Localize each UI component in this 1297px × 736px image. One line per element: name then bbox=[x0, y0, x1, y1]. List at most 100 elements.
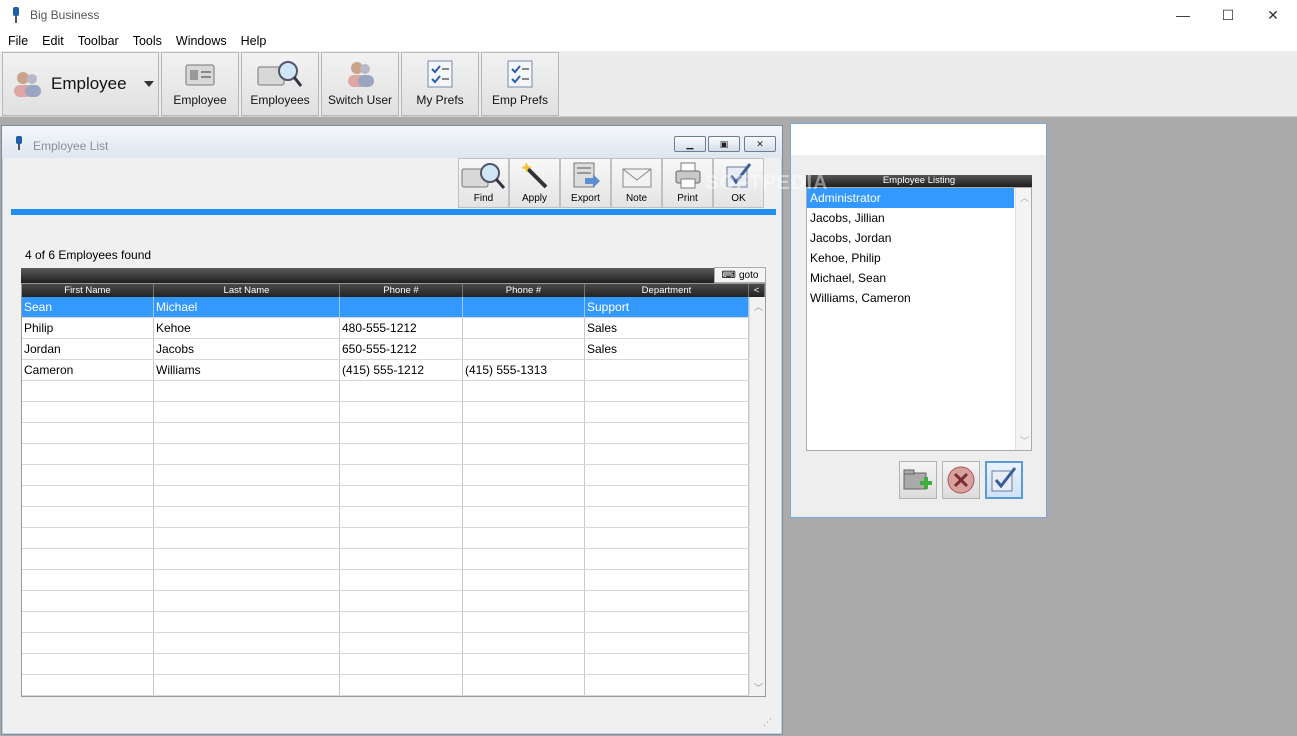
empty-cell bbox=[340, 654, 463, 674]
employee-list-titlebar[interactable]: Employee List ▁ ▣ ✕ bbox=[2, 126, 782, 158]
empty-cell bbox=[463, 423, 585, 443]
empty-cell bbox=[154, 507, 340, 527]
employees-button[interactable]: Employees bbox=[241, 52, 319, 116]
maximize-button[interactable]: ☐ bbox=[1205, 0, 1251, 30]
table-row[interactable]: Philip Kehoe 480-555-1212 Sales bbox=[22, 318, 749, 339]
empty-table-row bbox=[22, 675, 749, 696]
empty-cell bbox=[585, 633, 749, 653]
menu-windows[interactable]: Windows bbox=[176, 34, 227, 48]
goto-button[interactable]: ⌨ goto bbox=[714, 267, 766, 283]
emp-prefs-button[interactable]: Emp Prefs bbox=[481, 52, 559, 116]
list-item[interactable]: Jacobs, Jillian bbox=[807, 208, 1014, 228]
delete-button[interactable] bbox=[942, 461, 980, 499]
window-restore-button[interactable]: ▣ bbox=[708, 136, 740, 152]
empty-cell bbox=[340, 570, 463, 590]
column-chooser[interactable]: < bbox=[749, 284, 765, 297]
empty-cell bbox=[22, 570, 154, 590]
main-toolbar: Employee Employee Employees Switch User … bbox=[0, 51, 1297, 117]
empty-cell bbox=[585, 381, 749, 401]
empty-table-row bbox=[22, 612, 749, 633]
empty-cell bbox=[22, 591, 154, 611]
apply-button[interactable]: Apply bbox=[509, 158, 560, 208]
menu-help[interactable]: Help bbox=[241, 34, 267, 48]
list-item[interactable]: Kehoe, Philip bbox=[807, 248, 1014, 268]
empty-cell bbox=[340, 591, 463, 611]
empty-cell bbox=[463, 675, 585, 695]
empty-cell bbox=[585, 402, 749, 422]
scroll-up-icon[interactable]: ︿ bbox=[1020, 191, 1029, 204]
menu-bar: File Edit Toolbar Tools Windows Help bbox=[0, 31, 1297, 51]
minimize-button[interactable]: — bbox=[1160, 0, 1206, 30]
note-button[interactable]: Note bbox=[611, 158, 662, 208]
empty-cell bbox=[463, 549, 585, 569]
empty-cell bbox=[463, 381, 585, 401]
table-row[interactable]: Cameron Williams (415) 555-1212 (415) 55… bbox=[22, 360, 749, 381]
employee-list-content: Find Apply Export Note Print OK 4 of 6 E… bbox=[8, 158, 776, 730]
table-row[interactable]: Sean Michael Support bbox=[22, 297, 749, 318]
title-bar: Big Business — ☐ ✕ bbox=[0, 0, 1297, 31]
empty-cell bbox=[585, 486, 749, 506]
table-body: Sean Michael Support Philip Kehoe 480-55… bbox=[22, 297, 749, 696]
employee-button[interactable]: Employee bbox=[161, 52, 239, 116]
empty-cell bbox=[340, 486, 463, 506]
empty-cell bbox=[340, 675, 463, 695]
listing-titlebar[interactable] bbox=[791, 124, 1046, 155]
listing-scrollbar[interactable]: ︿ ﹀ bbox=[1015, 188, 1031, 450]
column-first-name[interactable]: First Name bbox=[22, 284, 154, 297]
empty-cell bbox=[463, 612, 585, 632]
checklist-icon bbox=[507, 60, 533, 88]
my-prefs-button[interactable]: My Prefs bbox=[401, 52, 479, 116]
add-folder-icon bbox=[903, 469, 932, 490]
empty-table-row bbox=[22, 486, 749, 507]
empty-cell bbox=[585, 675, 749, 695]
menu-toolbar[interactable]: Toolbar bbox=[78, 34, 119, 48]
confirm-button[interactable] bbox=[985, 461, 1023, 499]
switch-user-button[interactable]: Switch User bbox=[321, 52, 399, 116]
table-scrollbar[interactable]: ︿ ﹀ bbox=[749, 297, 765, 696]
empty-cell bbox=[22, 612, 154, 632]
scroll-down-icon[interactable]: ﹀ bbox=[754, 681, 763, 694]
add-employee-button[interactable] bbox=[899, 461, 937, 499]
empty-cell bbox=[154, 423, 340, 443]
accent-bar bbox=[11, 209, 776, 215]
empty-cell bbox=[154, 570, 340, 590]
app-title: Big Business bbox=[30, 8, 100, 22]
column-department[interactable]: Department bbox=[585, 284, 749, 297]
listing-header: Employee Listing bbox=[806, 175, 1032, 187]
window-close-button[interactable]: ✕ bbox=[744, 136, 776, 152]
empty-cell bbox=[154, 612, 340, 632]
column-last-name[interactable]: Last Name bbox=[154, 284, 340, 297]
list-item[interactable]: Administrator bbox=[807, 188, 1014, 208]
module-label: Employee bbox=[51, 74, 127, 93]
empty-table-row bbox=[22, 549, 749, 570]
module-selector[interactable]: Employee bbox=[2, 52, 159, 116]
scroll-up-icon[interactable]: ︿ bbox=[754, 300, 763, 313]
column-phone-2[interactable]: Phone # bbox=[463, 284, 585, 297]
scroll-down-icon[interactable]: ﹀ bbox=[1020, 434, 1029, 447]
column-phone-1[interactable]: Phone # bbox=[340, 284, 463, 297]
empty-cell bbox=[585, 528, 749, 548]
empty-cell bbox=[463, 465, 585, 485]
empty-table-row bbox=[22, 570, 749, 591]
find-button[interactable]: Find bbox=[458, 158, 509, 208]
table-row[interactable]: Jordan Jacobs 650-555-1212 Sales bbox=[22, 339, 749, 360]
window-title: Employee List bbox=[33, 139, 109, 153]
list-item[interactable]: Michael, Sean bbox=[807, 268, 1014, 288]
watermark: SOFTPEDIA bbox=[705, 172, 829, 194]
empty-cell bbox=[154, 549, 340, 569]
menu-edit[interactable]: Edit bbox=[42, 34, 64, 48]
empty-cell bbox=[585, 570, 749, 590]
menu-file[interactable]: File bbox=[8, 34, 28, 48]
list-item[interactable]: Williams, Cameron bbox=[807, 288, 1014, 308]
window-minimize-button[interactable]: ▁ bbox=[674, 136, 706, 152]
empty-cell bbox=[22, 549, 154, 569]
menu-tools[interactable]: Tools bbox=[133, 34, 162, 48]
empty-cell bbox=[22, 486, 154, 506]
export-button[interactable]: Export bbox=[560, 158, 611, 208]
empty-cell bbox=[22, 402, 154, 422]
list-item[interactable]: Jacobs, Jordan bbox=[807, 228, 1014, 248]
table-header: First Name Last Name Phone # Phone # Dep… bbox=[22, 284, 765, 297]
empty-cell bbox=[340, 612, 463, 632]
close-button[interactable]: ✕ bbox=[1250, 0, 1296, 30]
resize-grip-icon[interactable]: ⋰ bbox=[763, 717, 772, 728]
